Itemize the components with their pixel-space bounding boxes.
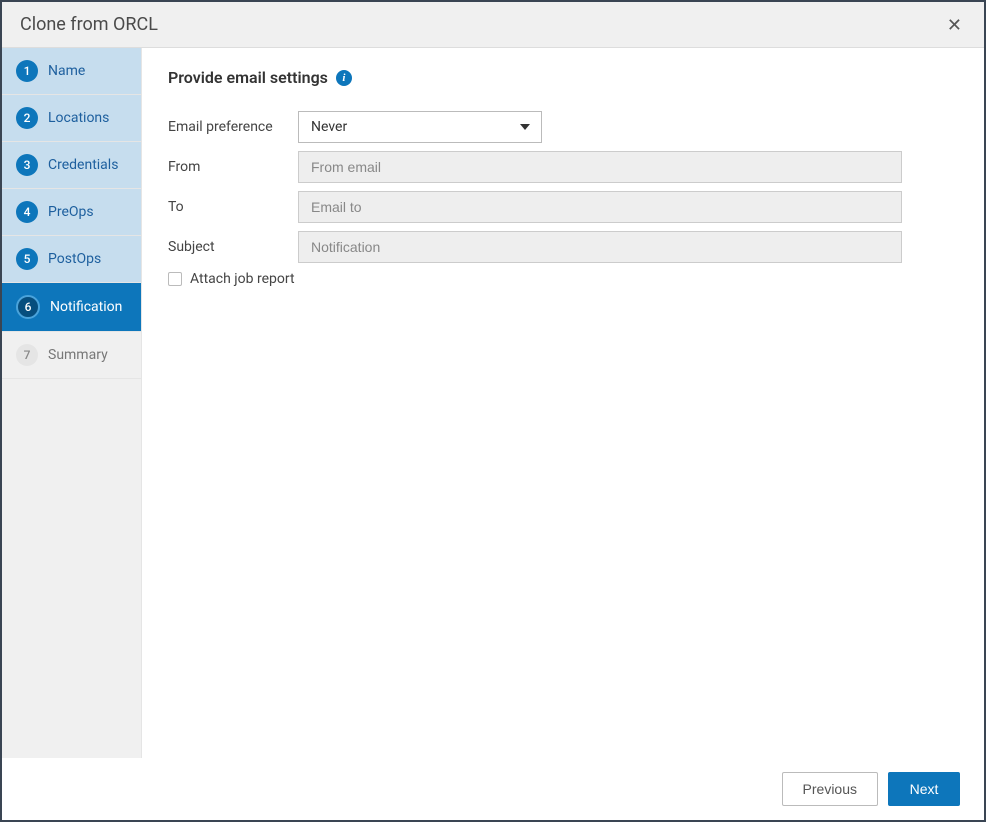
main-panel: Provide email settings i Email preferenc… (142, 48, 984, 758)
step-number: 4 (16, 201, 38, 223)
label-attach-report: Attach job report (190, 271, 295, 287)
select-value: Never (311, 119, 347, 135)
label-email-preference: Email preference (168, 119, 298, 135)
info-icon[interactable]: i (336, 70, 352, 86)
step-label: Locations (48, 110, 109, 126)
step-label: Credentials (48, 157, 118, 173)
attach-report-checkbox[interactable] (168, 272, 182, 286)
step-label: Notification (50, 299, 122, 315)
step-label: PreOps (48, 204, 94, 220)
sidebar-step-postops[interactable]: 5 PostOps (2, 236, 141, 283)
step-number: 7 (16, 344, 38, 366)
wizard-sidebar: 1 Name 2 Locations 3 Credentials 4 PreOp… (2, 48, 142, 758)
sidebar-step-name[interactable]: 1 Name (2, 48, 141, 95)
label-from: From (168, 159, 298, 175)
label-to: To (168, 199, 298, 215)
dialog-header: Clone from ORCL ✕ (2, 2, 984, 48)
subject-input[interactable] (298, 231, 902, 263)
next-button[interactable]: Next (888, 772, 960, 806)
step-number: 3 (16, 154, 38, 176)
step-number: 1 (16, 60, 38, 82)
sidebar-step-locations[interactable]: 2 Locations (2, 95, 141, 142)
step-label: PostOps (48, 251, 101, 267)
row-to: To (168, 191, 958, 223)
dialog-footer: Previous Next (2, 758, 984, 820)
row-from: From (168, 151, 958, 183)
sidebar-step-summary[interactable]: 7 Summary (2, 332, 141, 379)
step-label: Name (48, 63, 85, 79)
from-input[interactable] (298, 151, 902, 183)
page-header: Provide email settings i (168, 68, 958, 87)
row-attach-report: Attach job report (168, 271, 958, 287)
label-subject: Subject (168, 239, 298, 255)
dialog-body: 1 Name 2 Locations 3 Credentials 4 PreOp… (2, 48, 984, 758)
close-icon[interactable]: ✕ (943, 16, 966, 34)
clone-dialog: Clone from ORCL ✕ 1 Name 2 Locations 3 C… (2, 2, 984, 820)
step-number: 5 (16, 248, 38, 270)
to-input[interactable] (298, 191, 902, 223)
step-label: Summary (48, 347, 108, 363)
sidebar-step-credentials[interactable]: 3 Credentials (2, 142, 141, 189)
dialog-title: Clone from ORCL (20, 14, 158, 35)
page-title: Provide email settings (168, 68, 328, 87)
step-number: 2 (16, 107, 38, 129)
sidebar-step-preops[interactable]: 4 PreOps (2, 189, 141, 236)
select-display: Never (298, 111, 542, 143)
email-preference-select[interactable]: Never (298, 111, 542, 143)
sidebar-step-notification[interactable]: 6 Notification (2, 283, 141, 332)
row-subject: Subject (168, 231, 958, 263)
previous-button[interactable]: Previous (782, 772, 878, 806)
row-email-preference: Email preference Never (168, 111, 958, 143)
step-number: 6 (16, 295, 40, 319)
